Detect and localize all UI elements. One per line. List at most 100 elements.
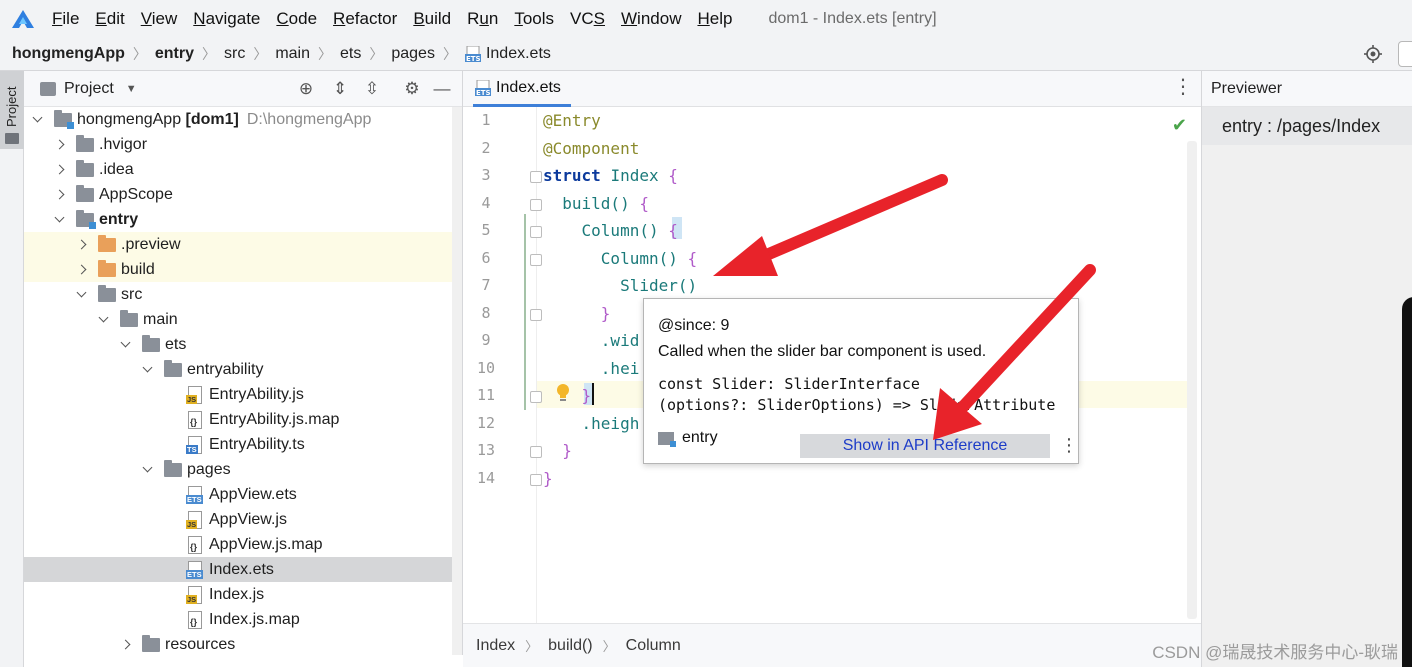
code-line: .wid bbox=[543, 331, 640, 350]
more-vertical-icon[interactable]: ⋮ bbox=[1060, 435, 1078, 455]
target-icon[interactable] bbox=[1364, 45, 1382, 63]
tree-item[interactable]: build bbox=[24, 257, 462, 282]
breadcrumb-src[interactable]: src bbox=[224, 45, 245, 63]
breadcrumb-ets[interactable]: ets bbox=[340, 45, 361, 63]
tab-index-ets[interactable]: ETS Index.ets bbox=[473, 71, 571, 107]
locate-icon[interactable]: ⊕ bbox=[296, 79, 316, 99]
chevron-right-icon[interactable] bbox=[120, 639, 132, 651]
tree-item[interactable]: src bbox=[24, 282, 462, 307]
chevron-down-icon[interactable] bbox=[32, 114, 44, 126]
tree-item-label: AppView.js.map bbox=[209, 535, 323, 553]
menu-build[interactable]: Build bbox=[413, 9, 451, 29]
tree-item[interactable]: .preview bbox=[24, 232, 462, 257]
tree-item[interactable]: JS AppView.js bbox=[24, 507, 462, 532]
minimize-icon[interactable]: — bbox=[432, 79, 452, 99]
doc-module: entry bbox=[658, 429, 718, 447]
tree-item-label: resources bbox=[165, 635, 236, 653]
chevron-right-icon[interactable] bbox=[54, 189, 66, 201]
tree-item[interactable]: .hvigor bbox=[24, 132, 462, 157]
menu-vcs[interactable]: VCS bbox=[570, 9, 605, 29]
tree-item-label: entryability bbox=[187, 360, 264, 378]
breadcrumb-main[interactable]: main bbox=[275, 45, 310, 63]
tree-item[interactable]: resources bbox=[24, 632, 462, 657]
chevron-down-icon[interactable] bbox=[120, 339, 132, 351]
bottom-strip bbox=[24, 655, 463, 667]
menu-refactor[interactable]: Refactor bbox=[333, 9, 397, 29]
breadcrumb-module[interactable]: entry bbox=[155, 45, 194, 63]
menu-tools[interactable]: Tools bbox=[514, 9, 554, 29]
tree-item[interactable]: ets bbox=[24, 332, 462, 357]
tree-item-label: EntryAbility.js bbox=[209, 385, 304, 403]
breadcrumb-project[interactable]: hongmengApp bbox=[12, 45, 125, 63]
tree-item[interactable]: TS EntryAbility.ts bbox=[24, 432, 462, 457]
folder-icon bbox=[142, 634, 160, 652]
chevron-down-icon[interactable] bbox=[142, 464, 154, 476]
gear-icon[interactable]: ⚙ bbox=[402, 79, 422, 99]
scrollbar[interactable] bbox=[452, 107, 462, 667]
chevron-right-icon[interactable] bbox=[76, 239, 88, 251]
line-number: 11 bbox=[476, 386, 496, 404]
map-file-icon: {} bbox=[186, 610, 204, 629]
tree-item[interactable]: entryability bbox=[24, 357, 462, 382]
collapse-all-icon[interactable]: ⇳ bbox=[362, 79, 382, 99]
chevron-right-icon[interactable] bbox=[54, 139, 66, 151]
menu-file[interactable]: File bbox=[52, 9, 79, 29]
tree-item[interactable]: entry bbox=[24, 207, 462, 232]
toolbar-button[interactable] bbox=[1398, 41, 1412, 67]
tree-item[interactable]: {} AppView.js.map bbox=[24, 532, 462, 557]
tree-item[interactable]: main bbox=[24, 307, 462, 332]
menu-view[interactable]: View bbox=[141, 9, 178, 29]
line-number: 9 bbox=[481, 331, 491, 349]
tree-item[interactable]: ETS Index.ets bbox=[24, 557, 462, 582]
tree-item-label: AppView.ets bbox=[209, 485, 297, 503]
chevron-down-icon[interactable]: ▼ bbox=[126, 83, 137, 95]
tree-item[interactable]: JS EntryAbility.js bbox=[24, 382, 462, 407]
scrollbar[interactable] bbox=[1187, 141, 1197, 619]
tree-item[interactable]: ETS AppView.ets bbox=[24, 482, 462, 507]
menu-code[interactable]: Code bbox=[276, 9, 317, 29]
tree-item[interactable]: {} EntryAbility.js.map bbox=[24, 407, 462, 432]
tree-item[interactable]: .idea bbox=[24, 157, 462, 182]
folder-icon bbox=[98, 234, 116, 252]
project-tool-tab[interactable]: Project bbox=[0, 71, 24, 149]
tree-item-label: EntryAbility.ts bbox=[209, 435, 305, 453]
more-vertical-icon[interactable]: ⋮ bbox=[1173, 77, 1193, 97]
menu-help[interactable]: Help bbox=[697, 9, 732, 29]
expand-all-icon[interactable]: ⇕ bbox=[330, 79, 350, 99]
line-number: 10 bbox=[476, 358, 496, 377]
tab-label: Index.ets bbox=[496, 78, 561, 96]
chevron-down-icon[interactable] bbox=[142, 364, 154, 376]
chevron-right-icon[interactable] bbox=[54, 164, 66, 176]
tree-item[interactable]: {} Index.js.map bbox=[24, 607, 462, 632]
menu-window[interactable]: Window bbox=[621, 9, 681, 29]
tree-item[interactable]: AppScope bbox=[24, 182, 462, 207]
editor-crumb-build[interactable]: build() bbox=[548, 637, 592, 655]
menu-edit[interactable]: Edit bbox=[95, 9, 124, 29]
lightbulb-icon[interactable] bbox=[555, 383, 571, 403]
chevron-down-icon[interactable] bbox=[98, 314, 110, 326]
tree-item-label: Index.js.map bbox=[209, 610, 300, 628]
svg-text:ETS: ETS bbox=[466, 55, 481, 62]
breadcrumb-separator: 〉 bbox=[132, 45, 147, 62]
breadcrumb-pages[interactable]: pages bbox=[391, 45, 435, 63]
tree-item[interactable]: pages bbox=[24, 457, 462, 482]
show-api-reference-button[interactable]: Show in API Reference bbox=[800, 434, 1050, 458]
menu-run[interactable]: Run bbox=[467, 9, 498, 29]
tree-item[interactable]: JS Index.js bbox=[24, 582, 462, 607]
folder-icon bbox=[142, 334, 160, 352]
tree-item-path: D:\hongmengApp bbox=[246, 110, 372, 128]
chevron-down-icon[interactable] bbox=[54, 214, 66, 226]
window-title: dom1 - Index.ets [entry] bbox=[768, 9, 937, 27]
project-panel-title[interactable]: Project bbox=[64, 80, 114, 98]
code-line: } bbox=[543, 441, 572, 460]
doc-since: @since: 9 bbox=[658, 317, 730, 334]
editor-crumb-index[interactable]: Index bbox=[476, 637, 515, 655]
menu-navigate[interactable]: Navigate bbox=[193, 9, 260, 29]
editor-crumb-column[interactable]: Column bbox=[626, 637, 681, 655]
previewer-page-path[interactable]: entry : /pages/Index bbox=[1202, 107, 1412, 145]
tree-item[interactable]: hongmengApp [dom1] D:\hongmengApp bbox=[24, 107, 462, 132]
chevron-down-icon[interactable] bbox=[76, 289, 88, 301]
chevron-right-icon[interactable] bbox=[76, 264, 88, 276]
breadcrumb-file[interactable]: Index.ets bbox=[486, 45, 551, 63]
doc-signature-line: (options?: SliderOptions) => SliderAttri… bbox=[658, 396, 1056, 414]
